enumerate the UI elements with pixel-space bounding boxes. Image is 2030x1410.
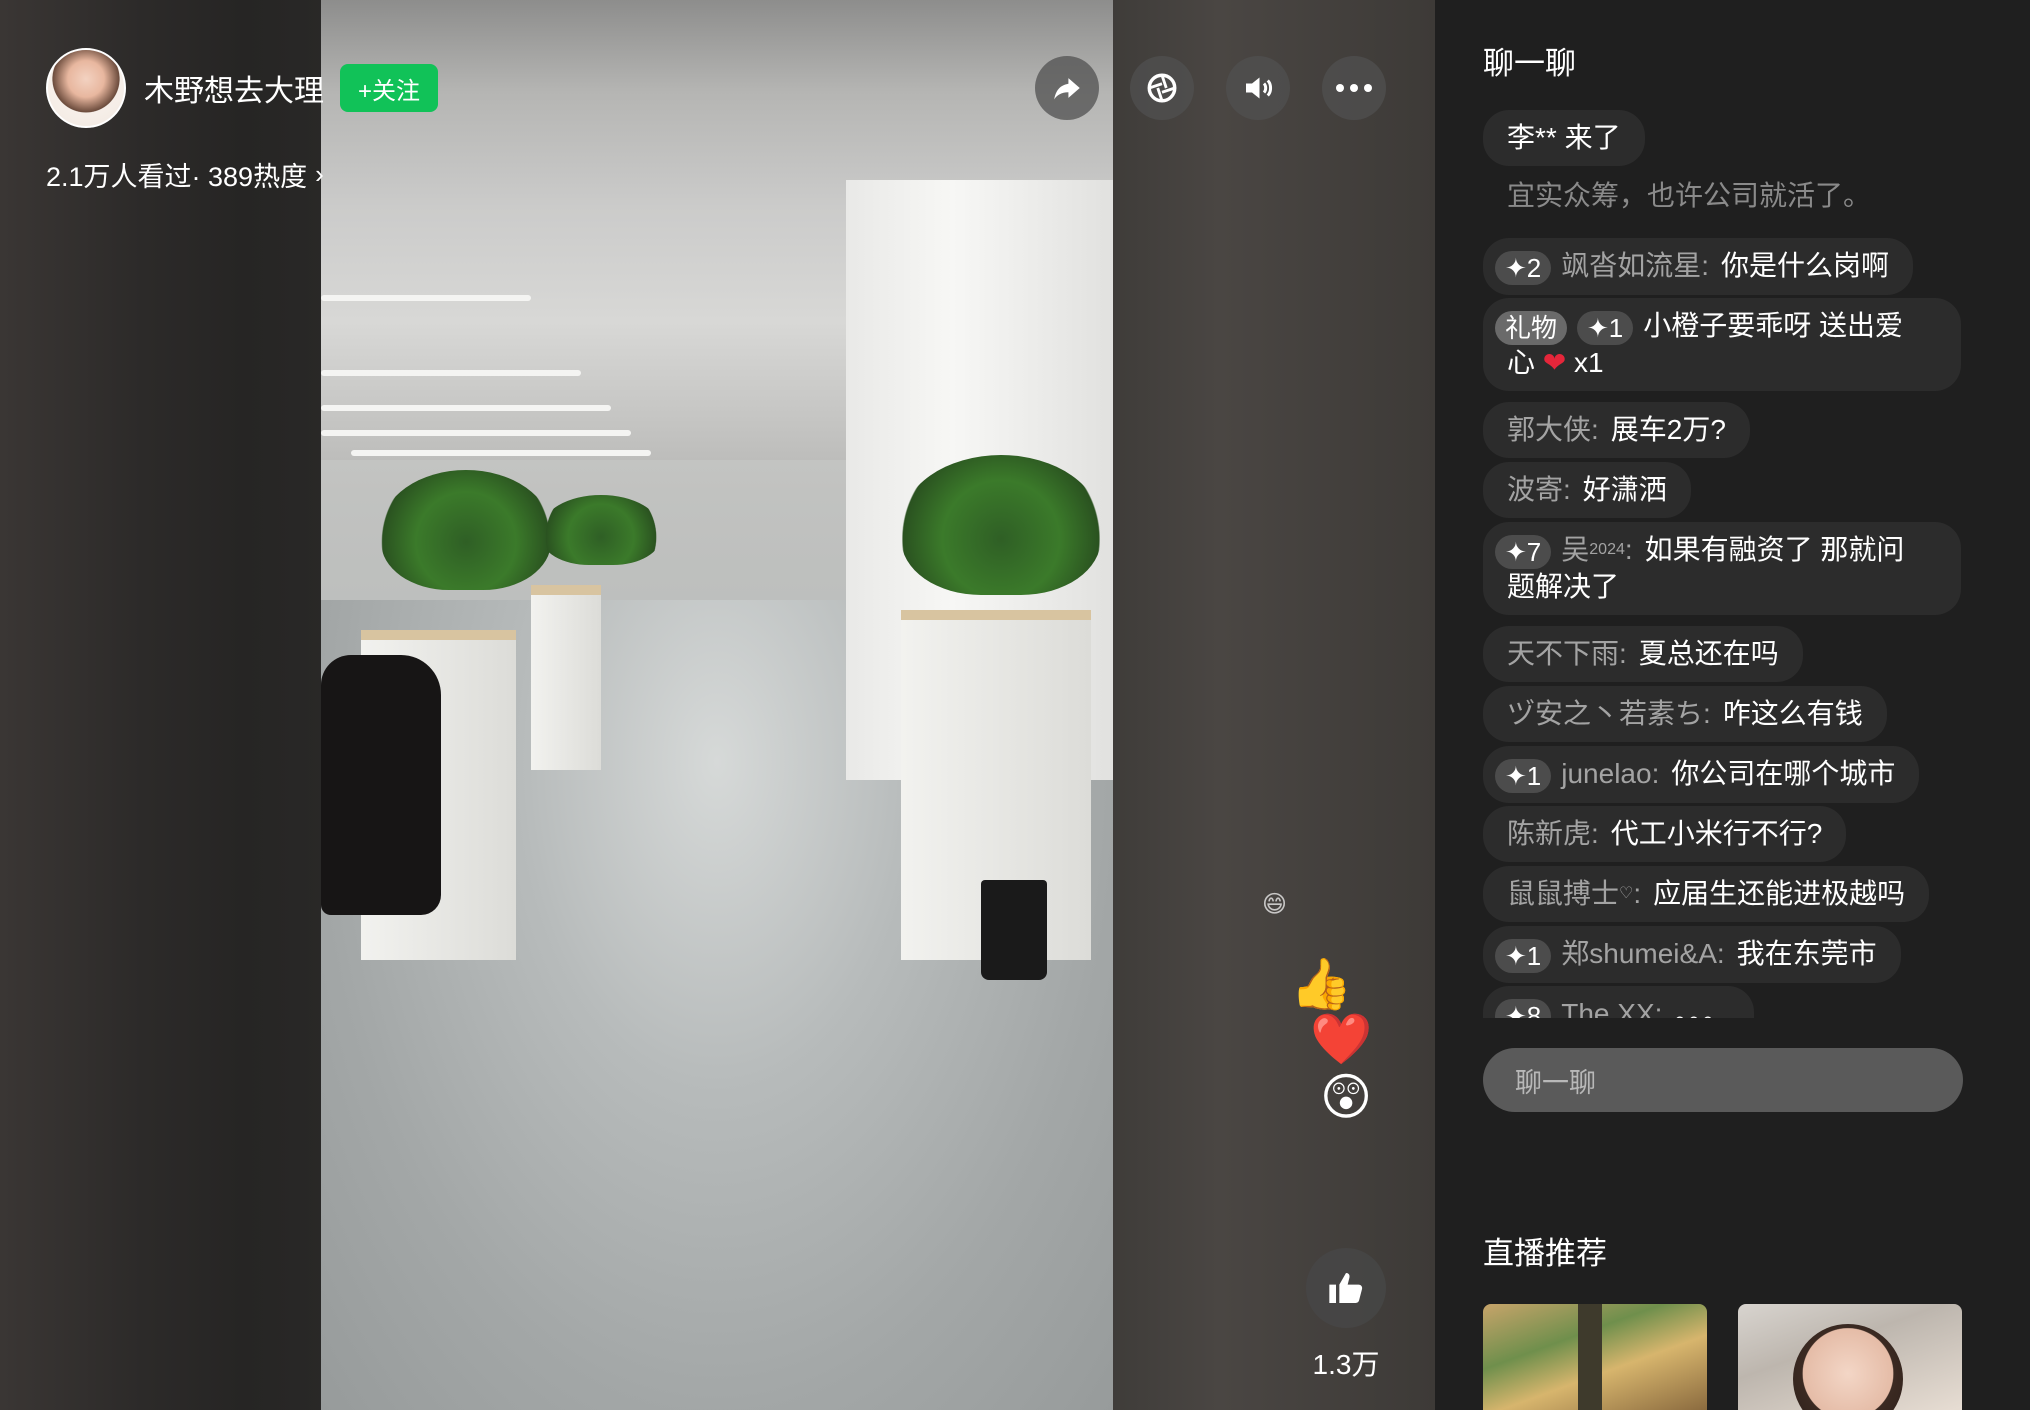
recommendations-title: 直播推荐 bbox=[1483, 1236, 1607, 1271]
chat-username[interactable]: 飒沓如流星 bbox=[1561, 250, 1701, 281]
chat-username[interactable]: 郑shumei&A bbox=[1561, 938, 1717, 969]
chat-message: 波寄: 好潇洒 bbox=[1483, 462, 1691, 518]
recommendation-card[interactable] bbox=[1738, 1304, 1962, 1410]
chat-username[interactable]: 鼠鼠搏士 bbox=[1507, 878, 1619, 909]
video-light bbox=[351, 450, 651, 456]
video-light bbox=[321, 295, 531, 301]
streamer-name[interactable]: 木野想去大理 bbox=[144, 66, 324, 110]
chat-username[interactable]: 吴 bbox=[1561, 534, 1589, 565]
more-button[interactable] bbox=[1322, 56, 1386, 120]
volume-button[interactable] bbox=[1226, 56, 1290, 120]
floating-emoji: 😄 bbox=[1262, 891, 1288, 918]
chat-input[interactable]: 聊一聊 bbox=[1483, 1048, 1963, 1112]
chat-username[interactable]: junelao bbox=[1561, 758, 1651, 789]
chat-message-text: 应届生还能进极越吗 bbox=[1653, 878, 1906, 909]
fan-level-badge: ✦2 bbox=[1495, 250, 1552, 285]
chat-panel: 聊一聊 李** 来了 宜实众筹，也许公司就活了。 ✦2 飒沓如流星: 你是什么岗啊 … bbox=[1435, 0, 2030, 1410]
fan-level-badge: ✦7 bbox=[1495, 534, 1552, 569]
chat-username[interactable]: The XX bbox=[1561, 998, 1654, 1018]
chat-message: ✦8 The XX:。。。 bbox=[1483, 986, 1755, 1018]
chat-message: 鼠鼠搏士♡: 应届生还能进极越吗 bbox=[1483, 866, 1930, 922]
gift-count: x1 bbox=[1574, 346, 1604, 378]
video-cabinet bbox=[531, 585, 601, 770]
chat-message: ヅ安之丶若素ち: 咋这么有钱 bbox=[1483, 686, 1887, 742]
streamer-header: 木野想去大理 +关注 bbox=[46, 48, 439, 128]
chat-message-text: 题解决了 bbox=[1507, 570, 1620, 602]
like-count: 1.3万 bbox=[1312, 1349, 1380, 1380]
chat-username[interactable]: 天不下雨 bbox=[1507, 638, 1619, 669]
chat-message-text: 好潇洒 bbox=[1582, 474, 1667, 505]
fan-level-badge: ✦1 bbox=[1577, 310, 1634, 345]
chat-input-placeholder: 聊一聊 bbox=[1515, 1067, 1596, 1098]
video-light bbox=[321, 405, 611, 411]
chat-message-text: 如果有融资了 那就问 bbox=[1644, 534, 1905, 565]
chat-message: 天不下雨: 夏总还在吗 bbox=[1483, 626, 1803, 682]
chat-username[interactable]: 陈新虎 bbox=[1507, 818, 1591, 849]
chat-message-text: 你是什么岗啊 bbox=[1721, 250, 1890, 281]
chat-message-gift: 礼物 ✦1 小橙子要乖呀 送出爱 心 ❤ x1 bbox=[1483, 298, 1961, 391]
camera-button[interactable] bbox=[1130, 56, 1194, 120]
video-trash-bin bbox=[981, 880, 1047, 980]
chat-message: ✦7 吴2024: 如果有融资了 那就问 题解决了 bbox=[1483, 522, 1961, 615]
more-dots-icon bbox=[1336, 84, 1372, 92]
recommendation-card[interactable] bbox=[1483, 1304, 1707, 1410]
video-coat bbox=[321, 655, 441, 915]
chat-title: 聊一聊 bbox=[1483, 46, 1576, 81]
chat-message-text: 宜实众筹，也许公司就活了。 bbox=[1507, 180, 1872, 211]
chat-message-text: 夏总还在吗 bbox=[1638, 638, 1779, 669]
share-arrow-icon bbox=[1054, 78, 1080, 100]
recommendation-thumbnail bbox=[1793, 1324, 1903, 1410]
video-plant bbox=[541, 495, 661, 565]
video-light bbox=[321, 430, 631, 436]
video-plant bbox=[901, 455, 1101, 595]
fan-level-badge: ✦1 bbox=[1495, 758, 1552, 793]
chevron-right-icon: › bbox=[315, 159, 324, 189]
chat-message: ✦1 junelao: 你公司在哪个城市 bbox=[1483, 746, 1920, 803]
viewer-stats-text: 2.1万人看过· 389热度 bbox=[46, 162, 308, 192]
chat-username[interactable]: 波寄 bbox=[1507, 474, 1563, 505]
fan-level-badge: ✦8 bbox=[1495, 998, 1552, 1018]
chat-message-text: 心 bbox=[1507, 346, 1536, 378]
chat-message-text: 展车2万? bbox=[1610, 414, 1726, 445]
chat-message: 陈新虎: 代工小米行不行? bbox=[1483, 806, 1847, 862]
recommendation-thumbnail bbox=[1578, 1304, 1602, 1410]
chat-message-text: 小橙子要乖呀 送出爱 bbox=[1643, 310, 1904, 341]
chat-message: ✦2 飒沓如流星: 你是什么岗啊 bbox=[1483, 238, 1914, 295]
chat-message: ✦1 郑shumei&A: 我在东莞市 bbox=[1483, 926, 1901, 983]
chat-message-text: 李** 来了 bbox=[1507, 122, 1621, 153]
follow-button[interactable]: +关注 bbox=[340, 64, 439, 112]
like-button[interactable] bbox=[1306, 1248, 1386, 1328]
chat-message-text: 咋这么有钱 bbox=[1722, 698, 1863, 729]
username-superscript: ♡ bbox=[1619, 885, 1634, 902]
camera-shutter-icon bbox=[1147, 73, 1177, 103]
volume-icon bbox=[1246, 77, 1273, 99]
username-superscript: 2024 bbox=[1589, 541, 1625, 558]
floating-emoji: 😲 bbox=[1320, 1069, 1373, 1125]
chat-message-list[interactable]: 李** 来了 宜实众筹，也许公司就活了。 ✦2 飒沓如流星: 你是什么岗啊 礼物 ✦1… bbox=[1483, 110, 1983, 1018]
chat-message-text: 我在东莞市 bbox=[1736, 938, 1877, 969]
chat-message: 宜实众筹，也许公司就活了。 bbox=[1483, 178, 1895, 224]
share-button[interactable] bbox=[1035, 56, 1099, 120]
chat-username[interactable]: ヅ安之丶若素ち bbox=[1507, 698, 1703, 729]
chat-message-text: 。。。 bbox=[1674, 998, 1731, 1018]
fan-level-badge: ✦1 bbox=[1495, 938, 1552, 973]
streamer-avatar[interactable] bbox=[46, 48, 126, 128]
floating-emoji: ❤️ bbox=[1310, 1011, 1373, 1067]
chat-message: 郭大侠: 展车2万? bbox=[1483, 402, 1750, 458]
heart-gift-icon: ❤ bbox=[1542, 346, 1567, 378]
video-light bbox=[321, 370, 581, 376]
floating-emoji: 👍 bbox=[1290, 956, 1353, 1012]
video-frame[interactable] bbox=[321, 0, 1113, 1410]
thumbs-up-icon bbox=[1329, 1273, 1363, 1303]
chat-username[interactable]: 郭大侠 bbox=[1507, 414, 1591, 445]
live-stream-area: 木野想去大理 +关注 2.1万人看过· 389热度 › 😄 👍 ❤️ 😲 1.3… bbox=[0, 0, 1435, 1410]
gift-badge: 礼物 bbox=[1495, 310, 1568, 345]
chat-message-text: 你公司在哪个城市 bbox=[1671, 758, 1896, 789]
video-plant bbox=[381, 470, 551, 590]
chat-message: 李** 来了 bbox=[1483, 110, 1645, 166]
viewer-stats[interactable]: 2.1万人看过· 389热度 › bbox=[46, 155, 324, 194]
chat-message-text: 代工小米行不行? bbox=[1610, 818, 1823, 849]
